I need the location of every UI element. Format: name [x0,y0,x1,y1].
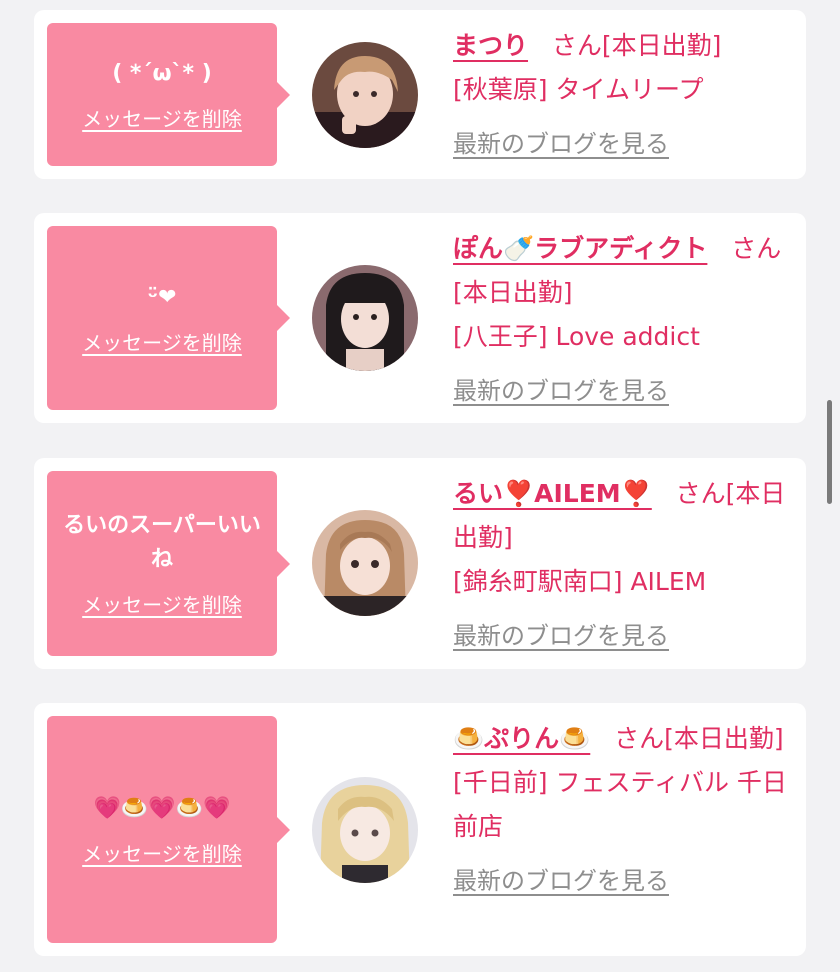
message-bubble: ( *´ω`* ) メッセージを削除 [47,23,290,166]
shop-label: [錦糸町駅南口] AILEM [453,567,707,596]
cast-info: ぽん🍼ラブアディクト さん [本日出勤] [八王子] Love addict 最新… [453,227,793,413]
avatar[interactable] [312,510,418,616]
delete-message-link[interactable]: メッセージを削除 [82,838,242,867]
attendance-status: [本日出勤] [601,31,722,60]
shop-label: [八王子] Love addict [453,322,700,351]
message-card: ( *´ω`* ) メッセージを削除 まつり さん[本日出勤] [秋葉原] タイ… [34,10,806,179]
bubble-message-text: 💗🍮💗🍮💗 [93,796,231,821]
cast-info: 🍮ぷりん🍮 さん[本日出勤] [千日前] フェスティバル 千日前店 最新のブログ… [453,717,793,903]
latest-blog-link[interactable]: 最新のブログを見る [453,859,793,903]
avatar[interactable] [312,265,418,371]
message-card: るいのスーパーいいね メッセージを削除 るい❣️AILEM❣️ さん[本日出勤]… [34,458,806,669]
latest-blog-link[interactable]: 最新のブログを見る [453,122,793,166]
honorific-label: さん [675,479,726,508]
message-card: 💗🍮💗🍮💗 メッセージを削除 🍮ぷりん🍮 さん[本日出勤] [千日前] フェステ… [34,703,806,956]
cast-name-link[interactable]: まつり [453,31,528,60]
bubble-message-text: るいのスーパーいいね [63,513,261,572]
latest-blog-link[interactable]: 最新のブログを見る [453,369,793,413]
delete-message-link[interactable]: メッセージを削除 [82,589,242,618]
message-card: ᵕ̈❤ メッセージを削除 ぽん🍼ラブアディクト さん [本日出勤] [八王子] L… [34,213,806,423]
message-bubble: 💗🍮💗🍮💗 メッセージを削除 [47,716,290,943]
cast-info: るい❣️AILEM❣️ さん[本日出勤] [錦糸町駅南口] AILEM 最新のブ… [453,472,793,658]
latest-blog-link[interactable]: 最新のブログを見る [453,614,793,658]
cast-name-link[interactable]: るい❣️AILEM❣️ [453,479,652,508]
bubble-message-text: ( *´ω`* ) [112,61,212,86]
scrollbar[interactable] [827,400,832,504]
avatar[interactable] [312,42,418,148]
bubble-message-text: ᵕ̈❤ [147,284,177,310]
cast-info: まつり さん[本日出勤] [秋葉原] タイムリープ 最新のブログを見る [453,24,793,166]
avatar[interactable] [312,777,418,883]
message-bubble: るいのスーパーいいね メッセージを削除 [47,471,290,656]
cast-name-link[interactable]: 🍮ぷりん🍮 [453,724,590,753]
attendance-status: [本日出勤] [664,724,784,753]
delete-message-link[interactable]: メッセージを削除 [82,103,242,132]
honorific-label: さん [551,31,602,60]
message-bubble: ᵕ̈❤ メッセージを削除 [47,226,290,410]
shop-label: [秋葉原] タイムリープ [453,75,704,104]
cast-name-link[interactable]: ぽん🍼ラブアディクト [453,234,707,263]
honorific-label: さん [731,234,782,263]
shop-label: [千日前] フェスティバル 千日前店 [453,768,787,841]
attendance-status: [本日出勤] [453,278,573,307]
delete-message-link[interactable]: メッセージを削除 [82,327,242,356]
honorific-label: さん [614,724,665,753]
